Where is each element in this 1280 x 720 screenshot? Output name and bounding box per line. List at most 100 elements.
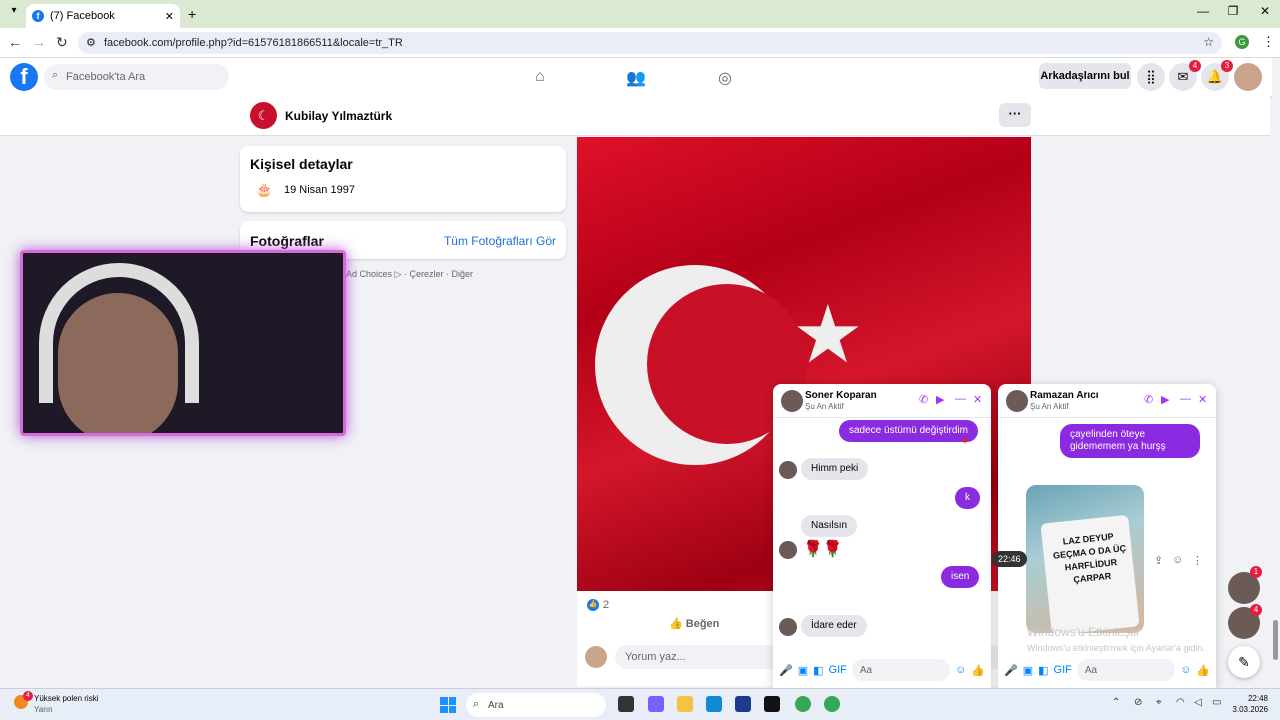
wifi-icon[interactable]: ◠ <box>1176 697 1185 708</box>
weather-widget[interactable]: 4 Yüksek polen riski Yarın <box>14 691 99 715</box>
headset-icon <box>39 263 199 403</box>
page-scrollbar[interactable] <box>1272 58 1280 688</box>
more-actions-icon[interactable]: ⋮ <box>1192 554 1203 567</box>
close-window-button[interactable]: ✕ <box>1250 4 1280 18</box>
system-clock[interactable]: 22:48 3.03.2026 <box>1232 693 1268 715</box>
video-call-icon[interactable]: ▶ <box>936 393 944 406</box>
scrollbar-thumb[interactable] <box>1273 620 1278 660</box>
tray-app-icon[interactable]: ⊘ <box>1134 697 1142 708</box>
facebook-logo-icon[interactable]: f <box>10 63 38 91</box>
app-icon[interactable] <box>764 696 780 712</box>
site-info-icon[interactable]: ⚙ <box>86 36 96 49</box>
search-icon: ⌕ <box>52 69 59 81</box>
birthday-cake-icon: 🎂 <box>256 182 273 197</box>
minimize-chat-icon[interactable]: — <box>1180 393 1191 405</box>
forward-icon[interactable]: → <box>32 34 46 50</box>
gif-icon[interactable]: GIF <box>1054 664 1072 676</box>
call-icon[interactable]: ✆ <box>919 393 928 406</box>
home-icon[interactable]: ⌂ <box>535 68 545 86</box>
message-bubble[interactable]: Himm peki <box>801 458 869 480</box>
thumbs-up-icon[interactable]: 👍 <box>971 664 985 677</box>
messenger-icon[interactable]: ✉ 4 <box>1169 60 1201 91</box>
facebook-search-input[interactable]: ⌕ Facebook'ta Ara <box>44 64 229 90</box>
like-count[interactable]: 👍 2 <box>587 599 609 611</box>
thumbs-up-icon[interactable]: 👍 <box>1196 664 1210 677</box>
emoji-icon[interactable]: ☺ <box>955 664 966 676</box>
react-icon[interactable]: ☺ <box>1172 554 1183 566</box>
address-bar-row: ← → ↻ ⚙ facebook.com/profile.php?id=6157… <box>0 28 1280 58</box>
account-avatar[interactable] <box>1234 63 1262 91</box>
sticker-icon[interactable]: ◧ <box>813 664 823 677</box>
sticker-icon[interactable]: ◧ <box>1038 664 1048 677</box>
mug-photo-message[interactable]: LAZ DEYUP GEÇMA O DA ÜÇ HARFLİDUR ÇARPAR <box>1026 485 1144 633</box>
chat-input[interactable]: Aa <box>1076 659 1176 681</box>
restore-button[interactable]: ❐ <box>1218 4 1248 18</box>
back-icon[interactable]: ← <box>8 34 22 50</box>
gif-icon[interactable]: GIF <box>829 664 847 676</box>
chat-input[interactable]: Aa <box>851 659 951 681</box>
new-tab-button[interactable]: + <box>188 6 196 22</box>
message-bubble[interactable]: İdare eder <box>801 615 867 637</box>
photo-icon[interactable]: ▣ <box>1023 664 1033 677</box>
video-call-icon[interactable]: ▶ <box>1161 393 1169 406</box>
task-view-icon[interactable] <box>618 696 634 712</box>
like-reaction-icon: 👍 <box>587 599 599 611</box>
birthday-text: 19 Nisan 1997 <box>284 184 355 196</box>
browser-tab[interactable]: f (7) Facebook ✕ <box>26 4 180 28</box>
chrome-profile-icon[interactable] <box>824 696 840 712</box>
microphone-icon[interactable]: 🎤 <box>779 664 793 677</box>
friends-icon[interactable]: 👥 <box>626 68 646 88</box>
footer-links[interactable]: Ad Choices ▷ · Çerezler · Diğer <box>346 269 473 280</box>
taskbar-search[interactable]: ⌕ Ara <box>466 693 606 717</box>
battery-icon[interactable]: ▭ <box>1212 697 1221 708</box>
file-explorer-icon[interactable] <box>677 696 693 712</box>
volume-icon[interactable]: ◁ <box>1194 697 1202 708</box>
more-options-button[interactable]: ··· <box>999 103 1031 127</box>
reload-icon[interactable]: ↻ <box>56 34 68 51</box>
photos-title: Fotoğraflar <box>250 233 324 249</box>
weather-title: Yüksek polen riski <box>34 694 99 703</box>
browser-profile-avatar[interactable]: G <box>1235 35 1249 49</box>
find-friends-button[interactable]: Arkadaşlarını bul <box>1039 63 1131 89</box>
store-icon[interactable] <box>735 696 751 712</box>
message-bubble[interactable]: sadece üstümü değiştirdim <box>839 420 978 442</box>
like-label: Beğen <box>685 618 720 630</box>
groups-icon[interactable]: ◎ <box>718 68 732 88</box>
notifications-icon[interactable]: 🔔 3 <box>1201 60 1233 91</box>
location-icon[interactable]: ⌖ <box>1156 697 1162 708</box>
chat-avatar <box>781 390 803 412</box>
minimize-chat-icon[interactable]: — <box>955 393 966 405</box>
photo-icon[interactable]: ▣ <box>798 664 808 677</box>
message-bubble[interactable]: Nasılsın <box>801 515 858 537</box>
message-bubble[interactable]: k <box>955 487 980 509</box>
close-chat-icon[interactable]: ✕ <box>973 393 982 406</box>
share-icon[interactable]: ⇪ <box>1154 554 1163 567</box>
see-all-photos-link[interactable]: Tüm Fotoğrafları Gör <box>444 234 556 248</box>
profile-name[interactable]: Kubilay Yılmaztürk <box>285 109 392 123</box>
close-chat-icon[interactable]: ✕ <box>1198 393 1207 406</box>
tray-chevron-icon[interactable]: ⌃ <box>1112 697 1120 708</box>
new-message-icon[interactable]: ✎ <box>1228 646 1260 678</box>
tab-search-button[interactable]: ▾ <box>6 5 22 21</box>
profile-avatar-flag-icon[interactable]: ☾ <box>250 102 277 129</box>
call-icon[interactable]: ✆ <box>1144 393 1153 406</box>
microphone-icon[interactable]: 🎤 <box>1004 664 1018 677</box>
message-bubble[interactable]: çayelinden öteye gidememem ya hurşş <box>1060 424 1200 458</box>
bookmark-star-icon[interactable]: ☆ <box>1203 35 1214 49</box>
close-tab-icon[interactable]: ✕ <box>165 10 174 23</box>
message-bubble[interactable]: isen <box>941 566 980 588</box>
emoji-icon[interactable]: ☺ <box>1180 664 1191 676</box>
weather-subtitle: Yarın <box>34 705 53 714</box>
menu-grid-icon[interactable]: ⣿ <box>1137 63 1165 91</box>
minimize-button[interactable]: — <box>1188 4 1218 18</box>
url-field[interactable]: ⚙ facebook.com/profile.php?id=6157618186… <box>78 32 1222 54</box>
edge-icon[interactable] <box>706 696 722 712</box>
chat-header[interactable]: Ramazan Arıcı Şu An Aktif ✆ ▶ — ✕ <box>998 384 1216 418</box>
chrome-icon[interactable] <box>795 696 811 712</box>
copilot-icon[interactable] <box>648 696 664 712</box>
browser-menu-icon[interactable]: ⋮ <box>1262 34 1275 50</box>
rose-emoji-message[interactable]: 🌹🌹 <box>803 539 843 559</box>
like-button[interactable]: 👍 Beğen <box>669 617 719 630</box>
start-icon[interactable] <box>440 697 456 713</box>
chat-header[interactable]: Soner Koparan Şu An Aktif ✆ ▶ — ✕ <box>773 384 991 418</box>
